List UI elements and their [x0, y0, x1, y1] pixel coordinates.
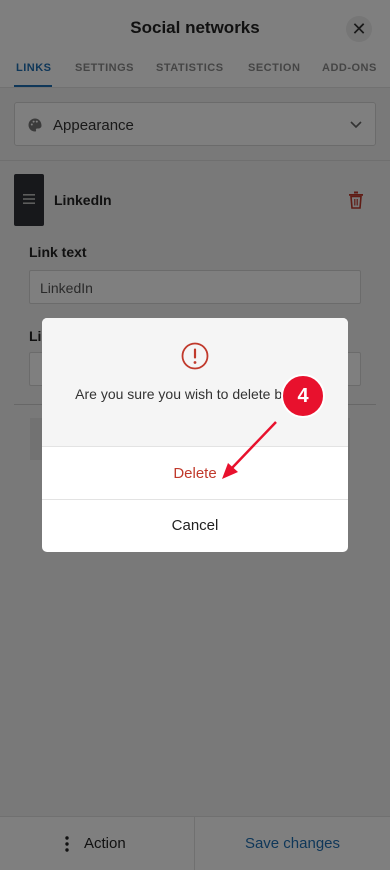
warning-icon [181, 342, 209, 370]
cancel-button[interactable]: Cancel [42, 500, 348, 552]
step-number-badge: 4 [281, 374, 325, 418]
delete-button[interactable]: Delete [42, 447, 348, 500]
confirm-delete-dialog: Are you sure you wish to delete block? D… [42, 318, 348, 552]
